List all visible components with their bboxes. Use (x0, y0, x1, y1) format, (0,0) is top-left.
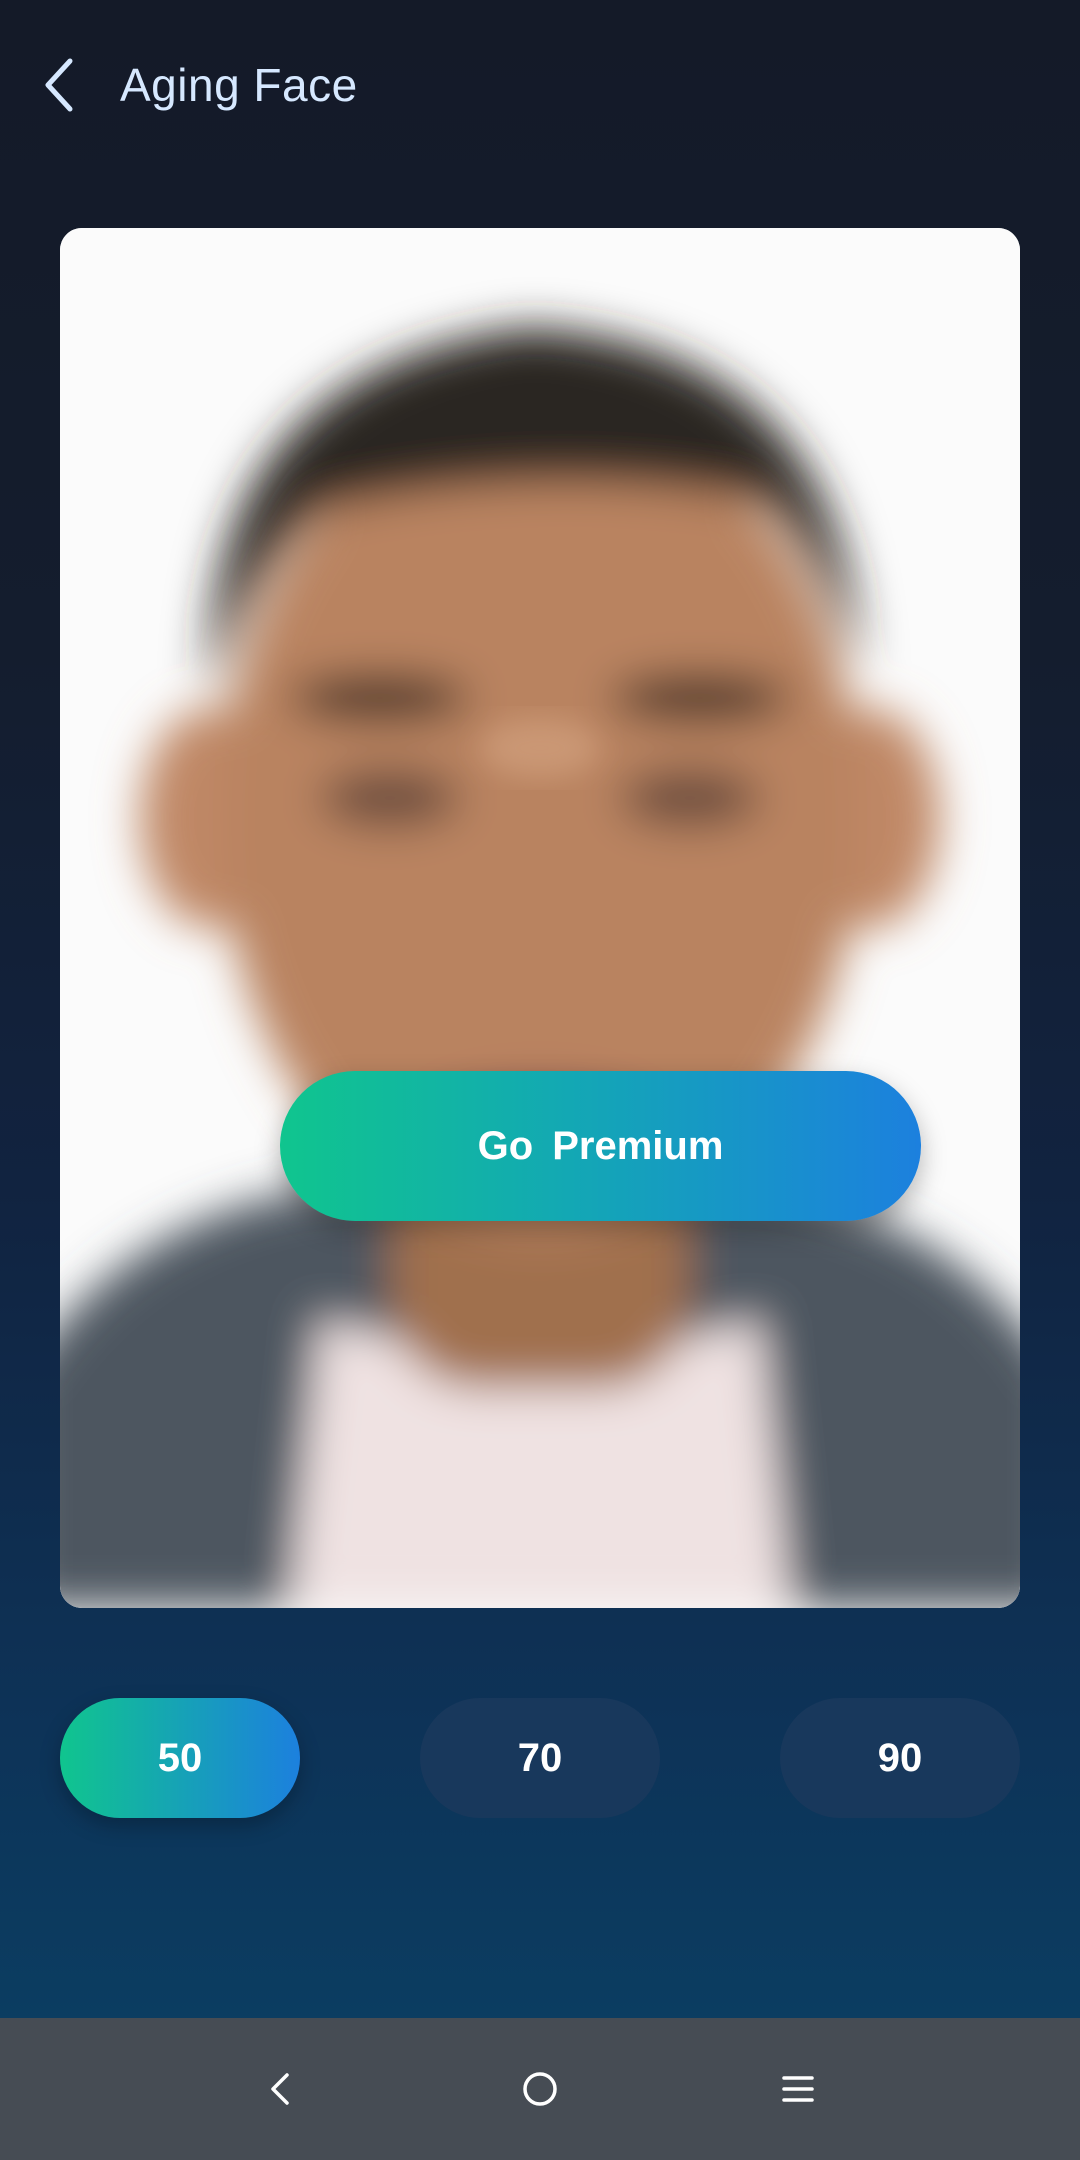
nav-menu-button[interactable] (763, 2054, 833, 2124)
age-option-70[interactable]: 70 (420, 1698, 660, 1818)
nav-back-button[interactable] (246, 2054, 316, 2124)
back-button[interactable] (30, 50, 90, 120)
system-navigation-bar (0, 2018, 1080, 2160)
age-selector: 50 70 90 (60, 1698, 1020, 1818)
chevron-left-icon (45, 58, 73, 112)
nav-home-icon (523, 2072, 557, 2106)
nav-home-button[interactable] (505, 2054, 575, 2124)
age-option-50[interactable]: 50 (60, 1698, 300, 1818)
nav-back-icon (271, 2073, 289, 2105)
page-title: Aging Face (120, 59, 358, 111)
blurred-face-image (60, 228, 1020, 1608)
face-preview-card: Go Premium (60, 228, 1020, 1608)
nav-menu-icon (782, 2076, 814, 2102)
app-header: Aging Face (0, 0, 1080, 170)
go-premium-button[interactable]: Go Premium (280, 1071, 921, 1221)
age-option-90[interactable]: 90 (780, 1698, 1020, 1818)
